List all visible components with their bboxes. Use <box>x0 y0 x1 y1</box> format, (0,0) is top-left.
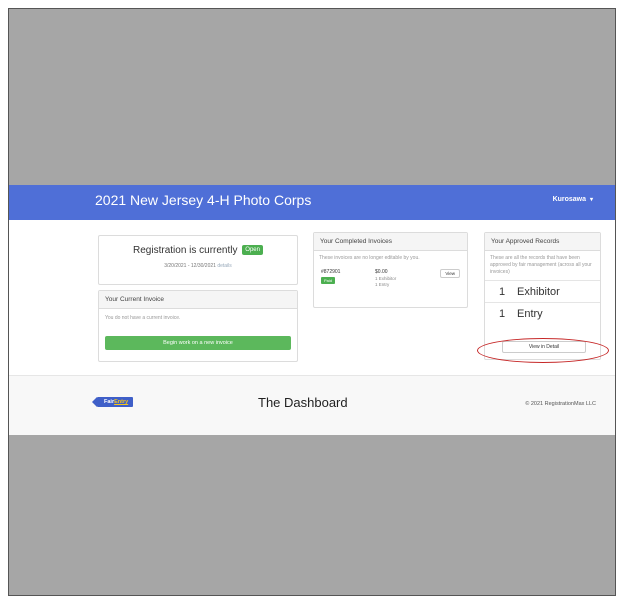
current-invoice-header: Your Current Invoice <box>99 291 297 309</box>
registration-status: Registration is currently Open <box>99 245 297 256</box>
invoice-amount: $0.00 <box>375 269 388 275</box>
caret-down-icon: ▾ <box>589 197 593 203</box>
user-name: Kurosawa <box>552 196 587 203</box>
top-navbar: 2021 New Jersey 4-H Photo Corps Kurosawa… <box>9 185 615 220</box>
dashboard-content: Registration is currently Open 3/20/2021… <box>9 220 615 375</box>
invoice-number: #872901 <box>321 269 341 275</box>
user-menu[interactable]: Kurosawa ▾ <box>553 196 593 203</box>
entry-label: Entry <box>517 307 543 320</box>
view-invoice-button[interactable]: View <box>440 269 460 278</box>
logo-fair-text: Fair <box>104 399 115 405</box>
details-link[interactable]: details <box>217 263 231 269</box>
highlight-circle <box>477 338 609 363</box>
registration-status-box: Registration is currently Open 3/20/2021… <box>98 235 298 285</box>
approved-records-header: Your Approved Records <box>485 233 600 251</box>
registration-dates: 3/20/2021 - 12/30/2021 <box>164 263 216 269</box>
exhibitor-count: 1 <box>499 285 506 298</box>
approved-exhibitor-row: 1 Exhibitor <box>485 280 600 302</box>
fairentry-logo[interactable]: FairEntry <box>91 397 134 407</box>
copyright-text: © 2021 RegistrationMax LLC <box>525 401 596 407</box>
exhibitor-label: Exhibitor <box>517 285 560 298</box>
invoice-row: #872901 Paid $0.00 1 Exhibitor 1 Entry V… <box>319 269 462 295</box>
fair-title: 2021 New Jersey 4-H Photo Corps <box>95 192 312 208</box>
footer: FairEntry The Dashboard © 2021 Registrat… <box>9 375 615 435</box>
registration-dates-line: 3/20/2021 - 12/30/2021 details <box>99 263 297 269</box>
approved-entry-row: 1 Entry <box>485 302 600 324</box>
no-invoice-message: You do not have a current invoice. <box>105 315 181 321</box>
registration-status-text: Registration is currently <box>133 245 238 256</box>
current-invoice-panel: Your Current Invoice You do not have a c… <box>98 290 298 362</box>
invoice-exhibitor-count: 1 Exhibitor <box>375 276 397 281</box>
approved-records-description: These are all the records that have been… <box>490 255 592 275</box>
logo-entry-text: Entry <box>114 399 129 405</box>
paid-badge: Paid <box>321 277 336 284</box>
completed-invoices-header: Your Completed Invoices <box>314 233 467 251</box>
entry-count: 1 <box>499 307 506 320</box>
screenshot-frame: 2021 New Jersey 4-H Photo Corps Kurosawa… <box>8 8 616 596</box>
status-badge-open: Open <box>242 245 263 256</box>
completed-invoices-panel: Your Completed Invoices These invoices a… <box>313 232 468 308</box>
page-title: The Dashboard <box>258 395 348 410</box>
begin-new-invoice-button[interactable]: Begin work on a new invoice <box>105 336 291 350</box>
invoice-entry-count: 1 Entry <box>375 282 390 287</box>
completed-invoices-note: These invoices are no longer editable by… <box>319 255 420 261</box>
